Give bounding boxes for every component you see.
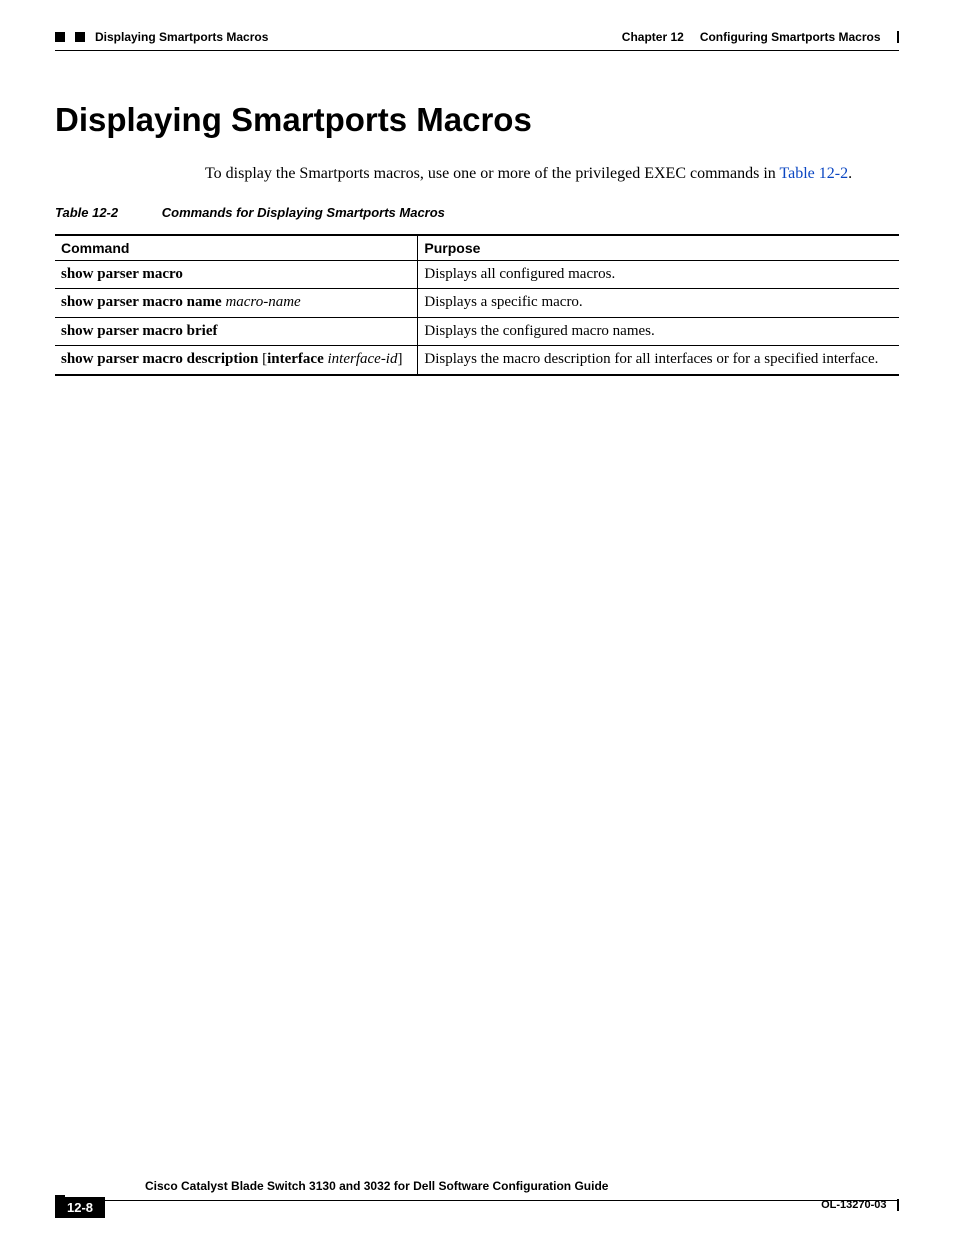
divider-icon	[897, 31, 900, 43]
footer-bar	[55, 1195, 899, 1205]
intro-text-end: .	[848, 165, 852, 182]
command-cell: show parser macro name macro-name	[55, 289, 418, 318]
table-reference-link[interactable]: Table 12-2	[779, 165, 848, 182]
command-arg: interface-id	[328, 351, 398, 367]
footer-doc-title: Cisco Catalyst Blade Switch 3130 and 303…	[145, 1179, 899, 1193]
table-row: show parser macro Displays all configure…	[55, 260, 899, 289]
command-text: interface	[267, 351, 327, 367]
bracket: ]	[397, 351, 402, 367]
intro-paragraph: To display the Smartports macros, use on…	[205, 163, 899, 185]
purpose-cell: Displays all configured macros.	[418, 260, 899, 289]
table-row: show parser macro description [interface…	[55, 346, 899, 375]
purpose-cell: Displays a specific macro.	[418, 289, 899, 318]
commands-table: Command Purpose show parser macro Displa…	[55, 234, 899, 376]
table-row: show parser macro name macro-name Displa…	[55, 289, 899, 318]
command-cell: show parser macro description [interface…	[55, 346, 418, 375]
command-text: show parser macro name	[61, 294, 225, 310]
breadcrumb: Displaying Smartports Macros	[95, 30, 268, 44]
page-title: Displaying Smartports Macros	[55, 101, 899, 139]
page-number: 12-8	[55, 1197, 105, 1218]
col-header-command: Command	[55, 235, 418, 261]
chapter-title: Configuring Smartports Macros	[700, 30, 881, 44]
table-header-row: Command Purpose	[55, 235, 899, 261]
command-arg: macro-name	[225, 294, 300, 310]
command-text: show parser macro	[61, 266, 183, 282]
command-cell: show parser macro brief	[55, 317, 418, 346]
header-rule	[55, 50, 899, 51]
page-footer: Cisco Catalyst Blade Switch 3130 and 303…	[55, 1179, 899, 1205]
purpose-cell: Displays the configured macro names.	[418, 317, 899, 346]
table-number: Table 12-2	[55, 205, 118, 220]
chapter-number: Chapter 12	[622, 30, 684, 44]
purpose-cell: Displays the macro description for all i…	[418, 346, 899, 375]
document-page: Displaying Smartports Macros Chapter 12 …	[0, 0, 954, 1235]
col-header-purpose: Purpose	[418, 235, 899, 261]
header-left: Displaying Smartports Macros	[55, 30, 268, 44]
table-row: show parser macro brief Displays the con…	[55, 317, 899, 346]
doc-id: OL-13270-03	[821, 1199, 899, 1211]
doc-id-text: OL-13270-03	[821, 1199, 886, 1211]
divider-icon	[897, 1199, 900, 1211]
command-text: show parser macro brief	[61, 323, 218, 339]
square-marker-icon	[55, 32, 65, 42]
table-caption: Table 12-2 Commands for Displaying Smart…	[55, 205, 899, 220]
header-right: Chapter 12 Configuring Smartports Macros	[622, 30, 899, 44]
square-marker-icon	[75, 32, 85, 42]
footer-rule	[65, 1200, 899, 1201]
command-text: show parser macro description	[61, 351, 262, 367]
table-title: Commands for Displaying Smartports Macro…	[162, 205, 445, 220]
intro-text: To display the Smartports macros, use on…	[205, 165, 779, 182]
command-cell: show parser macro	[55, 260, 418, 289]
running-header: Displaying Smartports Macros Chapter 12 …	[55, 30, 899, 44]
